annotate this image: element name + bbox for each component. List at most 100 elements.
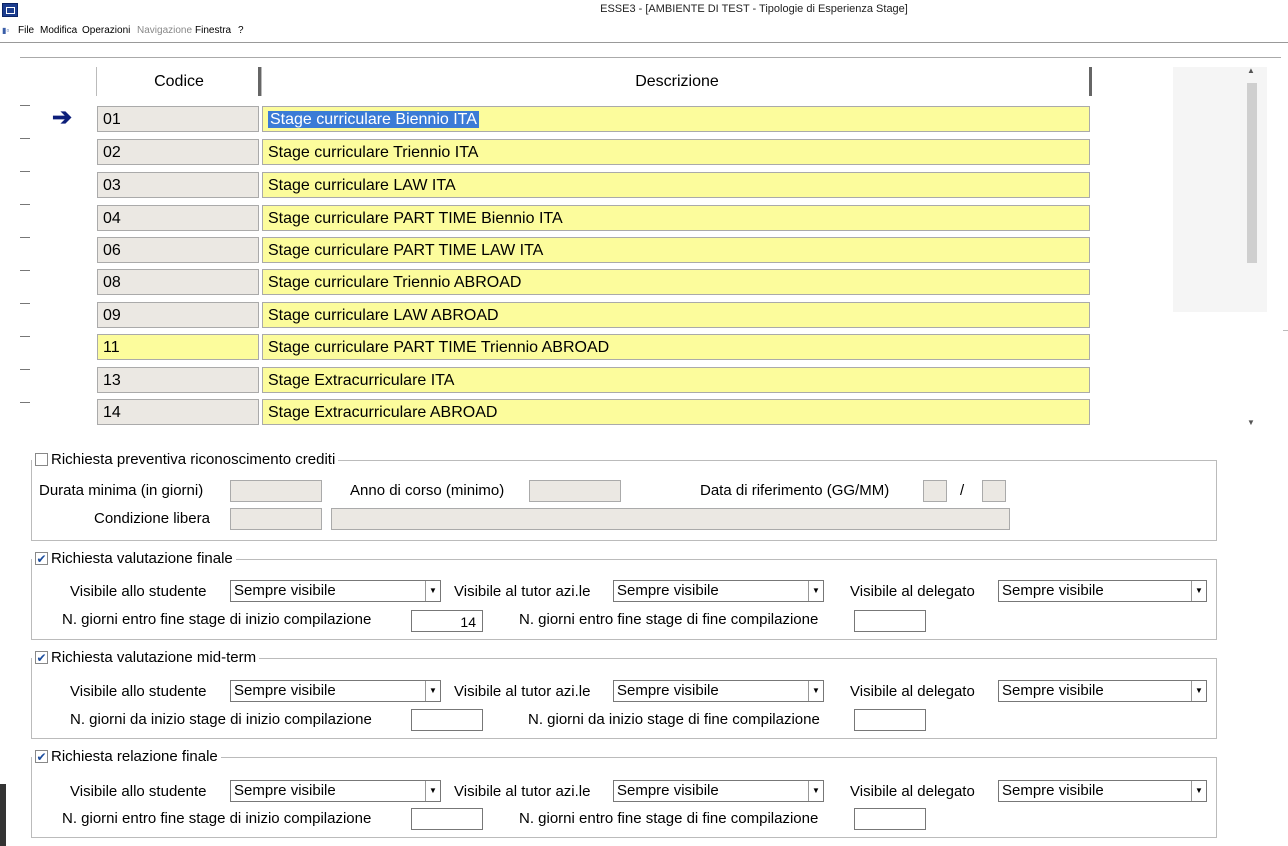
menu-operazioni[interactable]: Operazioni: [82, 25, 130, 36]
code-cell[interactable]: 01: [97, 106, 259, 132]
chevron-down-icon[interactable]: ▼: [808, 781, 823, 801]
inizio-compilazione-field[interactable]: [411, 709, 483, 731]
tutor-label: Visibile al tutor azi.le: [454, 683, 591, 700]
grid-vertical-scrollbar[interactable]: ▲ ▼: [1246, 66, 1258, 428]
menu-finestra[interactable]: Finestra: [195, 25, 231, 36]
tutor-select[interactable]: Sempre visibile ▼: [613, 780, 824, 802]
code-cell[interactable]: 04: [97, 205, 259, 231]
mese-field[interactable]: [982, 480, 1006, 502]
chevron-down-icon[interactable]: ▼: [808, 681, 823, 701]
description-cell[interactable]: Stage curriculare Triennio ABROAD: [262, 269, 1090, 295]
row-marker: [20, 138, 30, 139]
valutazione-mid-checkbox[interactable]: ✔: [35, 651, 48, 665]
window-edge-strip: [0, 784, 6, 846]
menu-file[interactable]: File: [18, 25, 34, 36]
code-cell[interactable]: 09: [97, 302, 259, 328]
code-cell[interactable]: 08: [97, 269, 259, 295]
credits-legend: Richiesta preventiva riconoscimento cred…: [32, 451, 339, 468]
studente-select-value: Sempre visibile: [234, 682, 336, 699]
date-slash: /: [960, 482, 965, 499]
chevron-down-icon[interactable]: ▼: [425, 581, 440, 601]
header-codice[interactable]: Codice: [96, 67, 261, 96]
chevron-down-icon[interactable]: ▼: [425, 681, 440, 701]
studente-select[interactable]: Sempre visibile ▼: [230, 780, 441, 802]
chevron-down-icon[interactable]: ▼: [1191, 681, 1206, 701]
valutazione-finale-checkbox[interactable]: ✔: [35, 552, 48, 566]
chevron-down-icon[interactable]: ▼: [425, 781, 440, 801]
credits-checkbox[interactable]: [35, 453, 48, 466]
chevron-down-icon[interactable]: ▼: [808, 581, 823, 601]
code-cell[interactable]: 13: [97, 367, 259, 393]
studente-label: Visibile allo studente: [70, 683, 207, 700]
row-marker: [20, 369, 30, 370]
inizio-compilazione-field[interactable]: 14: [411, 610, 483, 632]
code-cell[interactable]: 11: [97, 334, 259, 360]
tutor-select[interactable]: Sempre visibile ▼: [613, 680, 824, 702]
description-cell[interactable]: Stage curriculare PART TIME LAW ITA: [262, 237, 1090, 263]
chevron-down-icon[interactable]: ▼: [1191, 781, 1206, 801]
valutazione-mid-label: Richiesta valutazione mid-term: [51, 649, 257, 666]
delegato-label: Visibile al delegato: [850, 683, 975, 700]
studente-select[interactable]: Sempre visibile ▼: [230, 580, 441, 602]
code-cell[interactable]: 06: [97, 237, 259, 263]
chevron-down-icon[interactable]: ▼: [1191, 581, 1206, 601]
studente-select-value: Sempre visibile: [234, 782, 336, 799]
condizione-code-field[interactable]: [230, 508, 322, 530]
description-cell[interactable]: Stage curriculare Triennio ITA: [262, 139, 1090, 165]
menu-navigazione[interactable]: Navigazione: [137, 25, 192, 36]
delegato-label: Visibile al delegato: [850, 783, 975, 800]
anno-label: Anno di corso (minimo): [350, 482, 505, 499]
scroll-up-icon[interactable]: ▲: [1247, 66, 1255, 75]
menu-modifica[interactable]: Modifica: [40, 25, 77, 36]
description-cell[interactable]: Stage Extracurriculare ABROAD: [262, 399, 1090, 425]
menu-separator: [0, 42, 1288, 43]
row-marker: [20, 171, 30, 172]
document-menu-icon[interactable]: ▮▫: [2, 26, 14, 35]
edge-mark: [1283, 330, 1288, 343]
durata-field[interactable]: [230, 480, 322, 502]
anno-field[interactable]: [529, 480, 621, 502]
tutor-label: Visibile al tutor azi.le: [454, 783, 591, 800]
code-cell[interactable]: 02: [97, 139, 259, 165]
row-marker: [20, 270, 30, 271]
delegato-select-value: Sempre visibile: [1002, 682, 1104, 699]
relazione-finale-group: ✔ Richiesta relazione finale Visibile al…: [31, 748, 1217, 838]
fine-compilazione-field[interactable]: [854, 610, 926, 632]
tutor-select-value: Sempre visibile: [617, 782, 719, 799]
tutor-label: Visibile al tutor azi.le: [454, 583, 591, 600]
studente-label: Visibile allo studente: [70, 583, 207, 600]
description-cell[interactable]: Stage curriculare LAW ABROAD: [262, 302, 1090, 328]
stage-types-grid: Codice Descrizione ➔ 01 Stage curricular…: [20, 57, 1281, 432]
code-cell[interactable]: 03: [97, 172, 259, 198]
row-marker: [20, 204, 30, 205]
description-cell[interactable]: Stage curriculare PART TIME Triennio ABR…: [262, 334, 1090, 360]
condizione-text-field[interactable]: [331, 508, 1010, 530]
giorno-field[interactable]: [923, 480, 947, 502]
menu-help[interactable]: ?: [238, 25, 244, 36]
credits-group: Richiesta preventiva riconoscimento cred…: [31, 451, 1217, 541]
current-row-arrow-icon: ➔: [52, 104, 73, 131]
delegato-select[interactable]: Sempre visibile ▼: [998, 680, 1207, 702]
scroll-down-icon[interactable]: ▼: [1247, 418, 1255, 427]
studente-select[interactable]: Sempre visibile ▼: [230, 680, 441, 702]
description-cell[interactable]: Stage curriculare PART TIME Biennio ITA: [262, 205, 1090, 231]
inizio-compilazione-field[interactable]: [411, 808, 483, 830]
description-cell[interactable]: Stage curriculare LAW ITA: [262, 172, 1090, 198]
fine-compilazione-field[interactable]: [854, 808, 926, 830]
fine-compilazione-field[interactable]: [854, 709, 926, 731]
delegato-select[interactable]: Sempre visibile ▼: [998, 580, 1207, 602]
code-cell[interactable]: 14: [97, 399, 259, 425]
relazione-finale-checkbox[interactable]: ✔: [35, 750, 48, 764]
relazione-finale-legend: ✔ Richiesta relazione finale: [32, 748, 221, 765]
description-cell[interactable]: Stage curriculare Biennio ITA: [262, 106, 1090, 132]
delegato-label: Visibile al delegato: [850, 583, 975, 600]
header-descrizione[interactable]: Descrizione: [261, 67, 1092, 96]
data-riferimento-label: Data di riferimento (GG/MM): [700, 482, 890, 499]
description-cell[interactable]: Stage Extracurriculare ITA: [262, 367, 1090, 393]
row-marker: [20, 402, 30, 403]
delegato-select[interactable]: Sempre visibile ▼: [998, 780, 1207, 802]
row-marker: [20, 336, 30, 337]
inizio-compilazione-label: N. giorni entro fine stage di inizio com…: [62, 810, 372, 827]
tutor-select[interactable]: Sempre visibile ▼: [613, 580, 824, 602]
scroll-thumb[interactable]: [1247, 83, 1257, 263]
